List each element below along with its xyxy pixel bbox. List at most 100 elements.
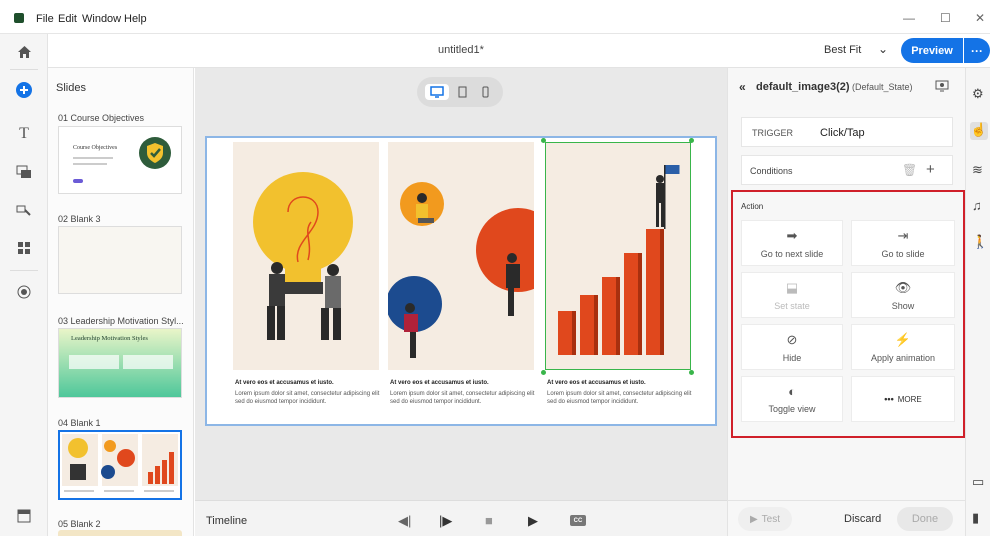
text-icon[interactable]: T <box>14 124 34 144</box>
left-rail: T <box>0 34 48 536</box>
image-panel-circles[interactable] <box>388 142 534 370</box>
animation-icon: ⚡ <box>894 331 912 347</box>
thumb-button <box>73 179 83 183</box>
right-rail: ⚙ ☝ ≋ ♫ 🚶 ▭ ▮ <box>965 68 990 536</box>
close-button[interactable]: ✕ <box>975 11 985 25</box>
step-back-icon[interactable]: ◀| <box>398 513 411 529</box>
timeline-label[interactable]: Timeline <box>206 515 247 527</box>
object-name: default_image3(2) <box>756 81 850 93</box>
audio-icon[interactable]: ♫ <box>972 198 982 213</box>
closed-captions-icon[interactable]: CC <box>570 515 586 526</box>
stop-icon[interactable]: ■ <box>485 513 493 528</box>
panel-layout-icon[interactable]: ▭ <box>972 474 984 490</box>
test-button-label: Test <box>761 513 781 525</box>
minimize-button[interactable]: — <box>903 11 915 25</box>
selection-handle[interactable] <box>541 138 546 143</box>
checkmark-shield-icon <box>139 137 171 169</box>
menu-edit[interactable]: Edit <box>58 13 77 25</box>
action-section: Action ➡ Go to next slide ⇥ Go to slide … <box>731 190 965 438</box>
app-logo-icon <box>14 13 24 23</box>
document-icon[interactable]: ▮ <box>972 510 979 526</box>
canvas-area: At vero eos et accusamus et iusto. Lorem… <box>195 68 727 500</box>
slide-label: 01 Course Objectives <box>58 113 145 123</box>
conditions-row[interactable]: Conditions 🗑 + <box>741 155 953 185</box>
step-forward-icon[interactable]: |▶ <box>439 513 452 529</box>
mobile-view-icon[interactable] <box>477 84 493 100</box>
action-label: Action <box>741 202 764 211</box>
chevron-down-icon[interactable]: ⌄ <box>878 42 888 56</box>
slide-thumbnail-2[interactable] <box>58 226 182 294</box>
slide-thumbnail-3[interactable]: Leadership Motivation Styles <box>58 328 182 398</box>
panel-toggle-icon[interactable] <box>14 506 34 526</box>
zoom-select[interactable]: Best Fit <box>824 44 861 56</box>
effects-icon[interactable]: ≋ <box>972 162 983 178</box>
hide-button[interactable]: ⊘ Hide <box>741 324 843 370</box>
caption-body: Lorem ipsum dolor sit amet, consectetur … <box>390 391 535 405</box>
thumb-box <box>69 355 119 369</box>
widgets-icon[interactable] <box>14 238 34 258</box>
properties-footer: ▶ Test Discard Done <box>728 500 966 536</box>
done-button[interactable]: Done <box>897 507 953 531</box>
slide-thumbnail-1[interactable]: Course Objectives <box>58 126 182 194</box>
discard-button[interactable]: Discard <box>844 513 881 525</box>
image-panel-bulb[interactable] <box>233 142 379 370</box>
more-options-button[interactable]: ··· <box>964 38 990 63</box>
go-to-slide-button[interactable]: ⇥ Go to slide <box>851 220 955 266</box>
apply-animation-button[interactable]: ⚡ Apply animation <box>851 324 955 370</box>
toggle-view-button[interactable]: ◐ Toggle view <box>741 376 843 422</box>
bar-chart-illustration <box>558 165 680 355</box>
slide-thumbnail-4[interactable] <box>58 430 182 500</box>
collapse-panel-icon[interactable]: « <box>739 80 746 94</box>
rail-divider <box>10 69 38 70</box>
circles-illustration <box>388 182 534 358</box>
selection-handle[interactable] <box>541 370 546 375</box>
caption-body: Lorem ipsum dolor sit amet, consectetur … <box>547 391 692 405</box>
slide-thumbnail-5[interactable] <box>58 530 182 536</box>
set-state-button[interactable]: ⬓ Set state <box>741 272 843 318</box>
trash-icon[interactable]: 🗑 <box>902 163 917 177</box>
action-button-label: Go to slide <box>881 248 925 259</box>
conditions-label: Conditions <box>750 166 793 176</box>
menu-window[interactable]: Window <box>82 13 121 25</box>
home-icon[interactable] <box>14 42 34 62</box>
slides-panel-title: Slides <box>56 82 86 94</box>
play-icon: ▶ <box>749 513 758 525</box>
menu-file[interactable]: File <box>36 13 54 25</box>
slide-label: 04 Blank 1 <box>58 418 101 428</box>
record-icon[interactable] <box>14 282 34 302</box>
desktop-view-icon[interactable] <box>425 84 449 100</box>
play-icon[interactable]: ▶ <box>528 513 538 529</box>
interactions-icon[interactable]: ☝ <box>970 122 988 140</box>
trigger-value[interactable]: Click/Tap <box>820 127 865 139</box>
caption-body: Lorem ipsum dolor sit amet, consectetur … <box>235 391 380 405</box>
action-button-label: Hide <box>782 352 802 363</box>
accessibility-icon[interactable]: 🚶 <box>972 234 988 250</box>
add-icon[interactable] <box>14 80 34 100</box>
properties-sliders-icon[interactable]: ⚙ <box>972 86 984 102</box>
maximize-button[interactable]: ☐ <box>940 11 951 25</box>
slide-stage[interactable]: At vero eos et accusamus et iusto. Lorem… <box>205 136 717 426</box>
trigger-row[interactable]: TRIGGER Click/Tap <box>741 117 953 147</box>
tablet-view-icon[interactable] <box>454 84 470 100</box>
test-button[interactable]: ▶ Test <box>738 507 792 531</box>
action-button-label: Apply animation <box>870 352 936 363</box>
timeline-bar: Timeline ◀| |▶ ■ ▶ CC <box>195 500 727 536</box>
preview-state-icon[interactable] <box>935 80 949 95</box>
enter-slide-icon: ⇥ <box>897 227 909 243</box>
selection-handle[interactable] <box>689 138 694 143</box>
toggle-view-icon: ◐ <box>788 384 796 399</box>
preview-button[interactable]: Preview <box>901 38 963 63</box>
image-panel-bars-selected[interactable] <box>545 142 691 370</box>
thumb-line <box>73 157 113 159</box>
add-condition-icon[interactable]: + <box>926 161 935 178</box>
media-icon[interactable] <box>14 162 34 182</box>
more-actions-button[interactable]: ••• MORE <box>851 376 955 422</box>
selection-handle[interactable] <box>689 370 694 375</box>
show-button[interactable]: 👁 Show <box>851 272 955 318</box>
eye-off-icon: ⊘ <box>786 331 798 347</box>
interaction-icon[interactable] <box>14 200 34 220</box>
menu-help[interactable]: Help <box>124 13 147 25</box>
slide-label: 05 Blank 2 <box>58 519 101 529</box>
go-to-next-slide-button[interactable]: ➡ Go to next slide <box>741 220 843 266</box>
action-button-label: Show <box>891 300 915 311</box>
